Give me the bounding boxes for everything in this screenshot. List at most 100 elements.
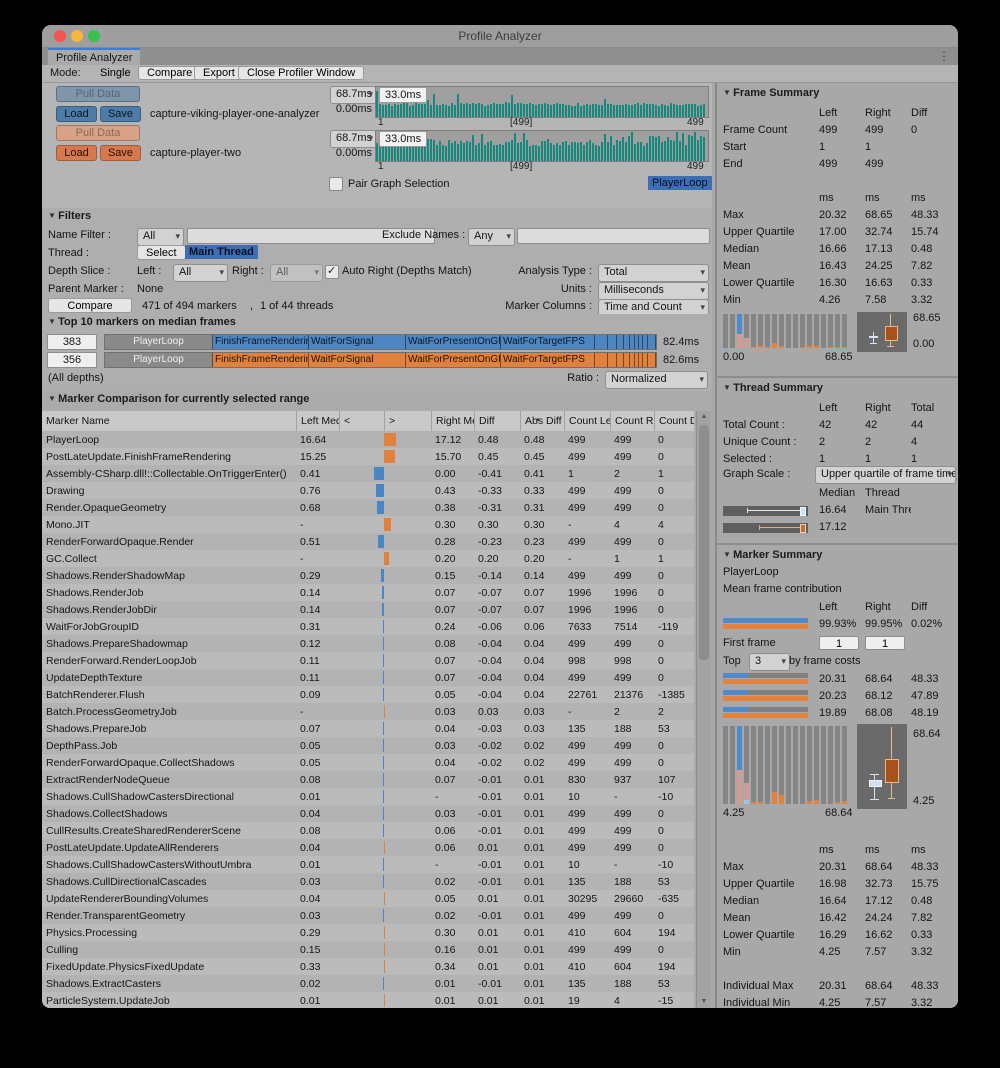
table-scrollbar[interactable]: ▲ ▼ (696, 411, 711, 1008)
marker-segment[interactable]: WaitForTargetFPS (501, 335, 595, 349)
pull-data-left-button[interactable]: Pull Data (56, 86, 140, 102)
table-row[interactable]: FixedUpdate.PhysicsFixedUpdate0.330.340.… (42, 958, 694, 975)
load-left-button[interactable]: Load (56, 106, 97, 122)
marker-segment[interactable]: FinishFrameRendering (213, 353, 309, 367)
graph-scale-dropdown[interactable]: Upper quartile of frame time (815, 466, 956, 484)
col-marker-name[interactable]: Marker Name (42, 411, 296, 431)
first-frame-right-button[interactable]: 1 (865, 636, 905, 650)
exclude-mode-dropdown[interactable]: Any (468, 228, 515, 246)
marker-segment[interactable]: PlayerLoop (105, 353, 213, 367)
scrollbar-thumb[interactable] (699, 425, 709, 660)
thread-row-left[interactable]: 16.64 Main Thread (717, 501, 957, 518)
depth-left-dropdown[interactable]: All (173, 264, 228, 282)
table-row[interactable]: Mono.JIT-0.300.300.30-44 (42, 516, 694, 533)
table-row[interactable]: Shadows.CullDirectionalCascades0.030.02-… (42, 873, 694, 890)
top10-row[interactable]: 383PlayerLoopFinishFrameRenderingWaitFor… (47, 334, 699, 350)
table-row[interactable]: BatchRenderer.Flush0.090.05-0.040.042276… (42, 686, 694, 703)
table-row[interactable]: PostLateUpdate.UpdateAllRenderers0.040.0… (42, 839, 694, 856)
table-row[interactable]: Shadows.PrepareJob0.070.04-0.030.0313518… (42, 720, 694, 737)
top10-title[interactable]: Top 10 markers on median frames (48, 316, 236, 328)
frame-summary-title[interactable]: Frame Summary (723, 87, 819, 99)
units-dropdown[interactable]: Milliseconds (598, 282, 709, 300)
first-frame-left-button[interactable]: 1 (819, 636, 859, 650)
marker-segment[interactable] (608, 335, 617, 349)
table-row[interactable]: Shadows.CullShadowCastersDirectional0.01… (42, 788, 694, 805)
table-row[interactable]: CullResults.CreateSharedRendererScene0.0… (42, 822, 694, 839)
table-row[interactable]: RenderForward.RenderLoopJob0.110.07-0.04… (42, 652, 694, 669)
table-row[interactable]: GC.Collect-0.200.200.20-11 (42, 550, 694, 567)
top10-row[interactable]: 356PlayerLoopFinishFrameRenderingWaitFor… (47, 352, 699, 368)
table-row[interactable]: Assembly-CSharp.dll!::Collectable.OnTrig… (42, 465, 694, 482)
table-row[interactable]: UpdateDepthTexture0.110.07-0.040.0449949… (42, 669, 694, 686)
marker-segment[interactable]: PlayerLoop (105, 335, 213, 349)
table-row[interactable]: Render.OpaqueGeometry0.680.38-0.310.3149… (42, 499, 694, 516)
selected-marker-label[interactable]: PlayerLoop (648, 176, 712, 190)
marker-segment[interactable]: FinishFrameRendering (213, 335, 309, 349)
top-count-dropdown[interactable]: 3 (749, 653, 790, 671)
table-row[interactable]: RenderForwardOpaque.Render0.510.28-0.230… (42, 533, 694, 550)
mode-compare-button[interactable]: Compare (138, 66, 201, 80)
table-row[interactable]: UpdateRendererBoundingVolumes0.040.050.0… (42, 890, 694, 907)
kebab-menu-icon[interactable]: ⋮ (938, 49, 950, 63)
thread-row-right[interactable]: 17.12 (717, 518, 957, 535)
table-row[interactable]: RenderForwardOpaque.CollectShadows0.050.… (42, 754, 694, 771)
save-left-button[interactable]: Save (100, 106, 141, 122)
table-row[interactable]: Shadows.CullShadowCastersWithoutUmbra0.0… (42, 856, 694, 873)
table-row[interactable]: Culling0.150.160.010.014994990 (42, 941, 694, 958)
filters-title[interactable]: Filters (48, 210, 91, 222)
ratio-dropdown[interactable]: Normalized (605, 371, 708, 389)
table-row[interactable]: Batch.ProcessGeometryJob-0.030.030.03-22 (42, 703, 694, 720)
table-row[interactable]: Drawing0.760.43-0.330.334994990 (42, 482, 694, 499)
marker-segment[interactable] (595, 353, 608, 367)
table-row[interactable]: Shadows.ExtractCasters0.020.01-0.010.011… (42, 975, 694, 992)
marker-segment[interactable]: WaitForPresentOnGfxThread (406, 353, 501, 367)
thread-summary-title[interactable]: Thread Summary (723, 382, 823, 394)
mode-export-button[interactable]: Export (194, 66, 244, 80)
load-right-button[interactable]: Load (56, 145, 97, 161)
scroll-down-icon[interactable]: ▼ (697, 996, 711, 1008)
marker-segment[interactable]: WaitForSignal (309, 335, 406, 349)
table-row[interactable]: Physics.Processing0.290.300.010.01410604… (42, 924, 694, 941)
col-count-left[interactable]: Count Left (564, 411, 610, 431)
table-row[interactable]: Render.TransparentGeometry0.030.02-0.010… (42, 907, 694, 924)
table-row[interactable]: PlayerLoop16.6417.120.480.484994990 (42, 431, 694, 448)
auto-right-checkbox[interactable] (325, 265, 339, 279)
marker-segment[interactable] (608, 353, 617, 367)
marker-segment[interactable] (617, 335, 624, 349)
table-row[interactable]: PostLateUpdate.FinishFrameRendering15.25… (42, 448, 694, 465)
marker-segment[interactable] (617, 353, 624, 367)
titlebar[interactable]: Profile Analyzer (42, 25, 958, 48)
col-diff[interactable]: Diff (474, 411, 520, 431)
mode-single-button[interactable]: Single (90, 66, 141, 80)
table-row[interactable]: Shadows.CollectShadows0.040.03-0.010.014… (42, 805, 694, 822)
table-row[interactable]: Shadows.RenderJobDir0.140.07-0.070.07199… (42, 601, 694, 618)
col-count-right[interactable]: Count Right (610, 411, 654, 431)
col-left-median[interactable]: Left Median (296, 411, 339, 431)
pair-graph-selection-checkbox[interactable] (329, 177, 343, 191)
col-left-bar[interactable]: < (339, 411, 384, 431)
table-row[interactable]: Shadows.PrepareShadowmap0.120.08-0.040.0… (42, 635, 694, 652)
save-right-button[interactable]: Save (100, 145, 141, 161)
marker-summary-title[interactable]: Marker Summary (723, 549, 822, 561)
scale-dropdown-right[interactable]: 68.7ms (330, 130, 377, 148)
marker-segment[interactable]: WaitForPresentOnGfxThread (406, 335, 501, 349)
col-right-median[interactable]: Right Median (431, 411, 474, 431)
analysis-type-dropdown[interactable]: Total (598, 264, 709, 282)
marker-segment[interactable] (595, 335, 608, 349)
close-profiler-window-button[interactable]: Close Profiler Window (238, 66, 364, 80)
table-row[interactable]: WaitForJobGroupID0.310.24-0.060.06763375… (42, 618, 694, 635)
comparison-title[interactable]: Marker Comparison for currently selected… (48, 393, 309, 405)
marker-segment[interactable]: WaitForSignal (309, 353, 406, 367)
thread-value[interactable]: Main Thread (185, 245, 258, 259)
pull-data-right-button[interactable]: Pull Data (56, 125, 140, 141)
exclude-names-input[interactable] (517, 228, 710, 244)
col-right-bar[interactable]: > (384, 411, 431, 431)
table-row[interactable]: ExtractRenderNodeQueue0.080.07-0.010.018… (42, 771, 694, 788)
marker-segment[interactable]: WaitForTargetFPS (501, 353, 595, 367)
col-count-diff[interactable]: Count Diff (654, 411, 694, 431)
thread-select-button[interactable]: Select (137, 245, 186, 260)
scroll-up-icon[interactable]: ▲ (697, 411, 711, 423)
depth-right-dropdown[interactable]: All (270, 264, 323, 282)
name-filter-mode-dropdown[interactable]: All (137, 228, 184, 246)
table-row[interactable]: Shadows.RenderShadowMap0.290.15-0.140.14… (42, 567, 694, 584)
